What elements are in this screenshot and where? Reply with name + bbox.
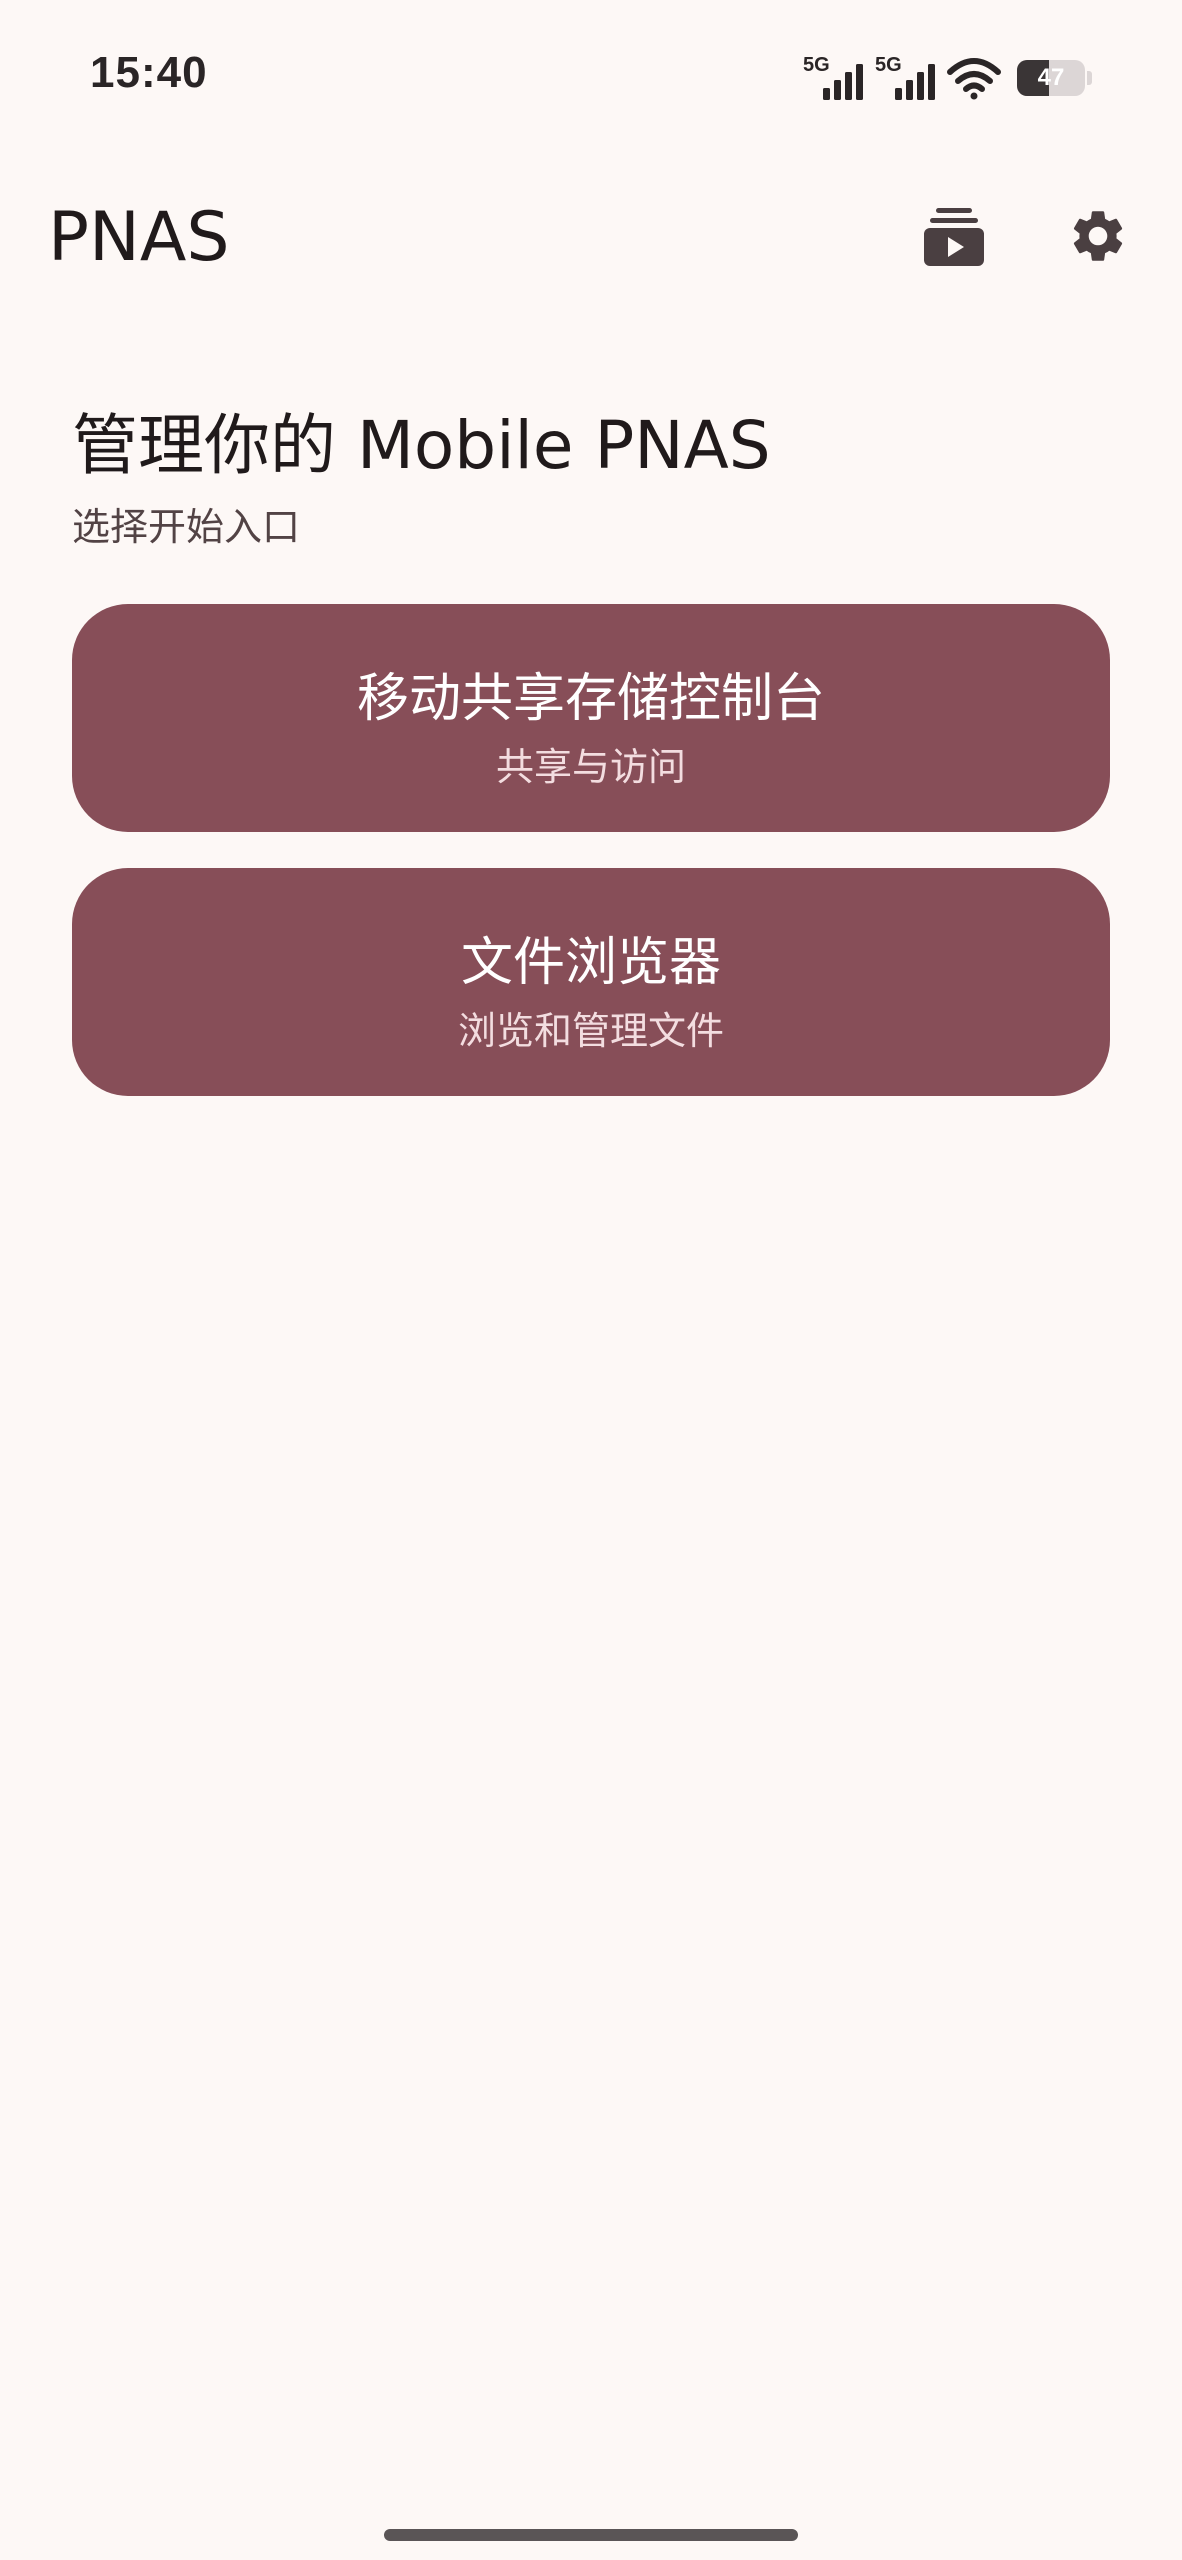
card-subtitle: 共享与访问 (495, 745, 686, 789)
gesture-navigation-bar[interactable] (384, 2529, 798, 2541)
storage-console-card[interactable]: 移动共享存储控制台 共享与访问 (72, 604, 1110, 832)
wifi-icon (947, 58, 1001, 100)
battery-percent: 47 (1037, 64, 1065, 91)
status-icons: 5G 5G 47 (803, 50, 1092, 100)
card-title: 移动共享存储控制台 (356, 669, 825, 729)
app-screen: 15:40 5G 5G 47 PNAS 管理你的 Mobile PNAS 选择开… (0, 0, 1182, 2560)
top-app-bar: PNAS (0, 180, 1182, 290)
status-bar: 15:40 5G 5G 47 (0, 0, 1182, 160)
card-subtitle: 浏览和管理文件 (457, 1009, 724, 1053)
battery-nub (1087, 71, 1092, 85)
cellular-signal-icon-1: 5G (803, 54, 865, 100)
app-title: PNAS (48, 198, 230, 277)
media-library-icon (924, 208, 984, 266)
cellular-signal-icon-2: 5G (875, 54, 937, 100)
battery-icon: 47 (1017, 60, 1085, 96)
file-browser-card[interactable]: 文件浏览器 浏览和管理文件 (72, 868, 1110, 1096)
settings-button[interactable] (1050, 188, 1146, 284)
media-library-button[interactable] (906, 188, 1002, 284)
settings-gear-icon (1073, 211, 1123, 261)
status-time: 15:40 (90, 48, 208, 97)
page-heading: 管理你的 Mobile PNAS (72, 407, 771, 484)
page-subheading: 选择开始入口 (72, 505, 301, 549)
card-title: 文件浏览器 (460, 933, 721, 993)
